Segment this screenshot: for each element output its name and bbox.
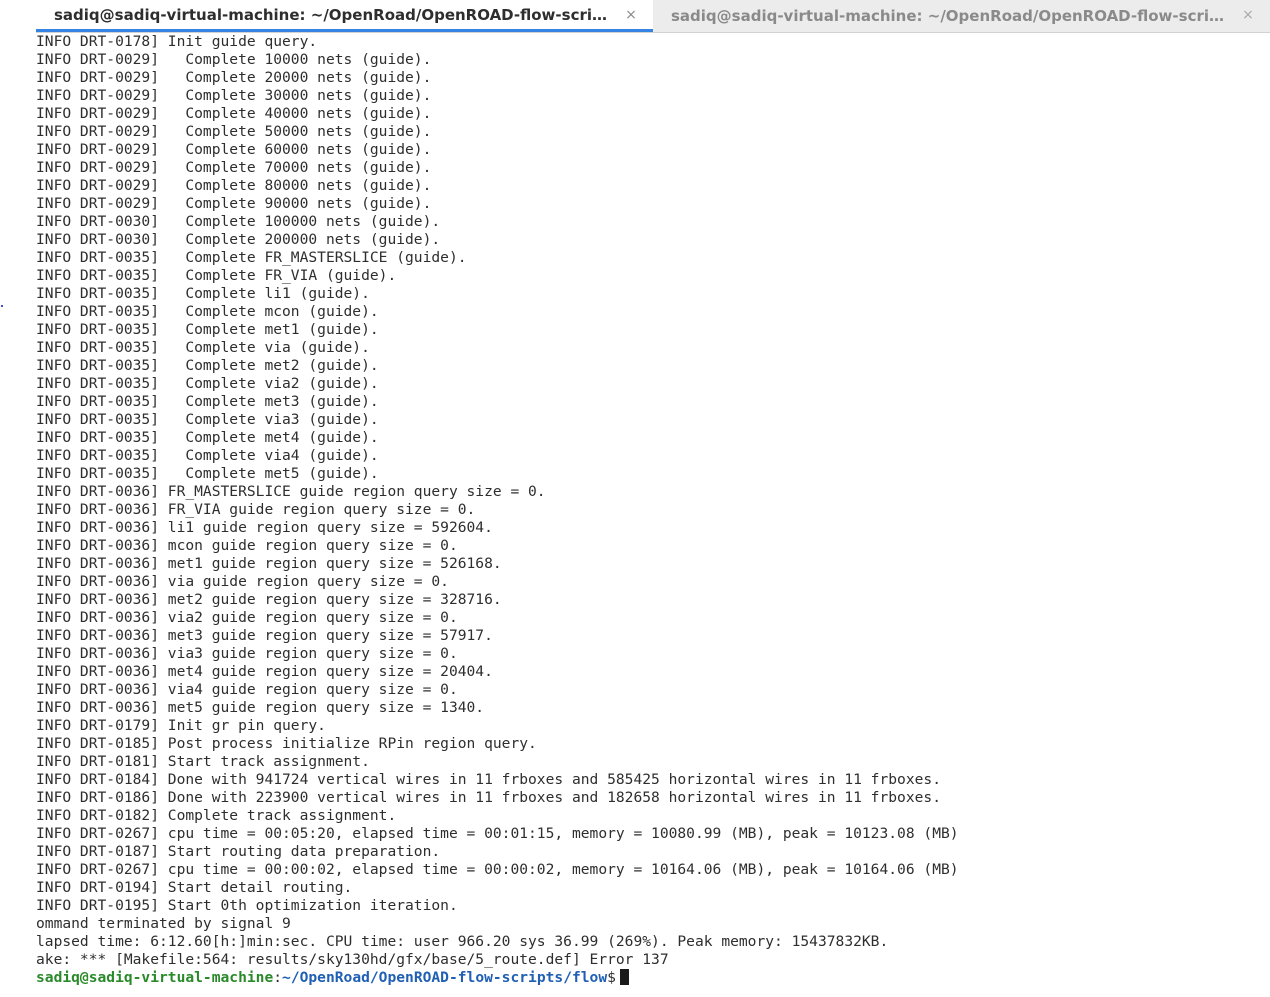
- terminal-line: INFO DRT-0035] Complete met1 (guide).: [36, 321, 379, 338]
- terminal-line: INFO DRT-0030] Complete 100000 nets (gui…: [36, 213, 441, 230]
- terminal-line: INFO DRT-0035] Complete mcon (guide).: [36, 303, 379, 320]
- prompt-symbol: $: [607, 969, 616, 986]
- terminal-line: INFO DRT-0035] Complete FR_VIA (guide).: [36, 267, 397, 284]
- tab-terminal-1[interactable]: sadiq@sadiq-virtual-machine: ~/OpenRoad/…: [36, 0, 653, 32]
- terminal-line: INFO DRT-0036] li1 guide region query si…: [36, 519, 493, 536]
- terminal-line: INFO DRT-0184] Done with 941724 vertical…: [36, 771, 941, 788]
- prompt-user-host: sadiq@sadiq-virtual-machine: [36, 969, 274, 986]
- terminal-line: INFO DRT-0187] Start routing data prepar…: [36, 843, 441, 860]
- terminal-line: INFO DRT-0178] Init guide query.: [36, 33, 318, 50]
- terminal-line: INFO DRT-0035] Complete met4 (guide).: [36, 429, 379, 446]
- terminal-line: INFO DRT-0029] Complete 20000 nets (guid…: [36, 69, 432, 86]
- terminal-line: ommand terminated by signal 9: [36, 915, 291, 932]
- terminal-line: INFO DRT-0035] Complete via2 (guide).: [36, 375, 379, 392]
- terminal-line: INFO DRT-0036] met3 guide region query s…: [36, 627, 493, 644]
- text-cursor: [619, 969, 629, 985]
- terminal-line: INFO DRT-0181] Start track assignment.: [36, 753, 370, 770]
- terminal-window: sadiq@sadiq-virtual-machine: ~/OpenRoad/…: [0, 0, 1270, 997]
- terminal-line: INFO DRT-0029] Complete 80000 nets (guid…: [36, 177, 432, 194]
- terminal-line: INFO DRT-0036] via guide region query si…: [36, 573, 449, 590]
- terminal-line: INFO DRT-0035] Complete via4 (guide).: [36, 447, 379, 464]
- terminal-line: INFO DRT-0036] via4 guide region query s…: [36, 681, 458, 698]
- gutter-dot: [1, 305, 3, 307]
- prompt-separator: :: [273, 969, 283, 986]
- terminal-line: INFO DRT-0179] Init gr pin query.: [36, 717, 326, 734]
- terminal-line: INFO DRT-0035] Complete via (guide).: [36, 339, 370, 356]
- terminal-line: INFO DRT-0029] Complete 90000 nets (guid…: [36, 195, 432, 212]
- terminal-lines: INFO DRT-0178] Init guide query. INFO DRT…: [36, 33, 1270, 969]
- tab-terminal-2[interactable]: sadiq@sadiq-virtual-machine: ~/OpenRoad/…: [653, 0, 1270, 32]
- terminal-line: INFO DRT-0036] met1 guide region query s…: [36, 555, 502, 572]
- terminal-line: INFO DRT-0035] Complete met2 (guide).: [36, 357, 379, 374]
- terminal-line: INFO DRT-0035] Complete met5 (guide).: [36, 465, 379, 482]
- terminal-line: INFO DRT-0267] cpu time = 00:05:20, elap…: [36, 825, 959, 842]
- terminal-line: INFO DRT-0036] met2 guide region query s…: [36, 591, 502, 608]
- terminal-line: INFO DRT-0035] Complete via3 (guide).: [36, 411, 379, 428]
- close-icon[interactable]: ×: [623, 6, 639, 24]
- terminal-line: INFO DRT-0185] Post process initialize R…: [36, 735, 537, 752]
- terminal-line: INFO DRT-0029] Complete 70000 nets (guid…: [36, 159, 432, 176]
- terminal-line: INFO DRT-0029] Complete 40000 nets (guid…: [36, 105, 432, 122]
- terminal-line: INFO DRT-0186] Done with 223900 vertical…: [36, 789, 941, 806]
- prompt-path: ~/OpenRoad/OpenROAD-flow-scripts/flow: [282, 969, 608, 986]
- terminal-line: INFO DRT-0036] FR_VIA guide region query…: [36, 501, 476, 518]
- terminal-line: INFO DRT-0029] Complete 60000 nets (guid…: [36, 141, 432, 158]
- terminal-line: ake: *** [Makefile:564: results/sky130hd…: [36, 951, 669, 968]
- terminal-line: INFO DRT-0029] Complete 50000 nets (guid…: [36, 123, 432, 140]
- left-gutter: [0, 0, 36, 997]
- tab-title: sadiq@sadiq-virtual-machine: ~/OpenRoad/…: [671, 7, 1234, 25]
- terminal-line: INFO DRT-0267] cpu time = 00:00:02, elap…: [36, 861, 959, 878]
- terminal-line: INFO DRT-0029] Complete 10000 nets (guid…: [36, 51, 432, 68]
- shell-prompt[interactable]: sadiq@sadiq-virtual-machine:~/OpenRoad/O…: [36, 969, 1270, 987]
- terminal-line: lapsed time: 6:12.60[h:]min:sec. CPU tim…: [36, 933, 889, 950]
- terminal-line: INFO DRT-0035] Complete FR_MASTERSLICE (…: [36, 249, 467, 266]
- terminal-line: INFO DRT-0182] Complete track assignment…: [36, 807, 397, 824]
- terminal-line: INFO DRT-0030] Complete 200000 nets (gui…: [36, 231, 441, 248]
- terminal-line: INFO DRT-0035] Complete li1 (guide).: [36, 285, 370, 302]
- terminal-line: INFO DRT-0029] Complete 30000 nets (guid…: [36, 87, 432, 104]
- terminal-line: INFO DRT-0195] Start 0th optimization it…: [36, 897, 458, 914]
- tab-bar: sadiq@sadiq-virtual-machine: ~/OpenRoad/…: [36, 0, 1270, 33]
- terminal-line: INFO DRT-0035] Complete met3 (guide).: [36, 393, 379, 410]
- terminal-line: INFO DRT-0036] FR_MASTERSLICE guide regi…: [36, 483, 546, 500]
- tab-title: sadiq@sadiq-virtual-machine: ~/OpenRoad/…: [54, 5, 617, 24]
- terminal-line: INFO DRT-0036] met5 guide region query s…: [36, 699, 485, 716]
- terminal-line: INFO DRT-0036] via3 guide region query s…: [36, 645, 458, 662]
- terminal-line: INFO DRT-0036] mcon guide region query s…: [36, 537, 458, 554]
- terminal-line: INFO DRT-0036] met4 guide region query s…: [36, 663, 493, 680]
- terminal-output[interactable]: INFO DRT-0178] Init guide query. INFO DRT…: [36, 33, 1270, 997]
- close-icon[interactable]: ×: [1240, 6, 1256, 24]
- terminal-line: INFO DRT-0194] Start detail routing.: [36, 879, 353, 896]
- terminal-line: INFO DRT-0036] via2 guide region query s…: [36, 609, 458, 626]
